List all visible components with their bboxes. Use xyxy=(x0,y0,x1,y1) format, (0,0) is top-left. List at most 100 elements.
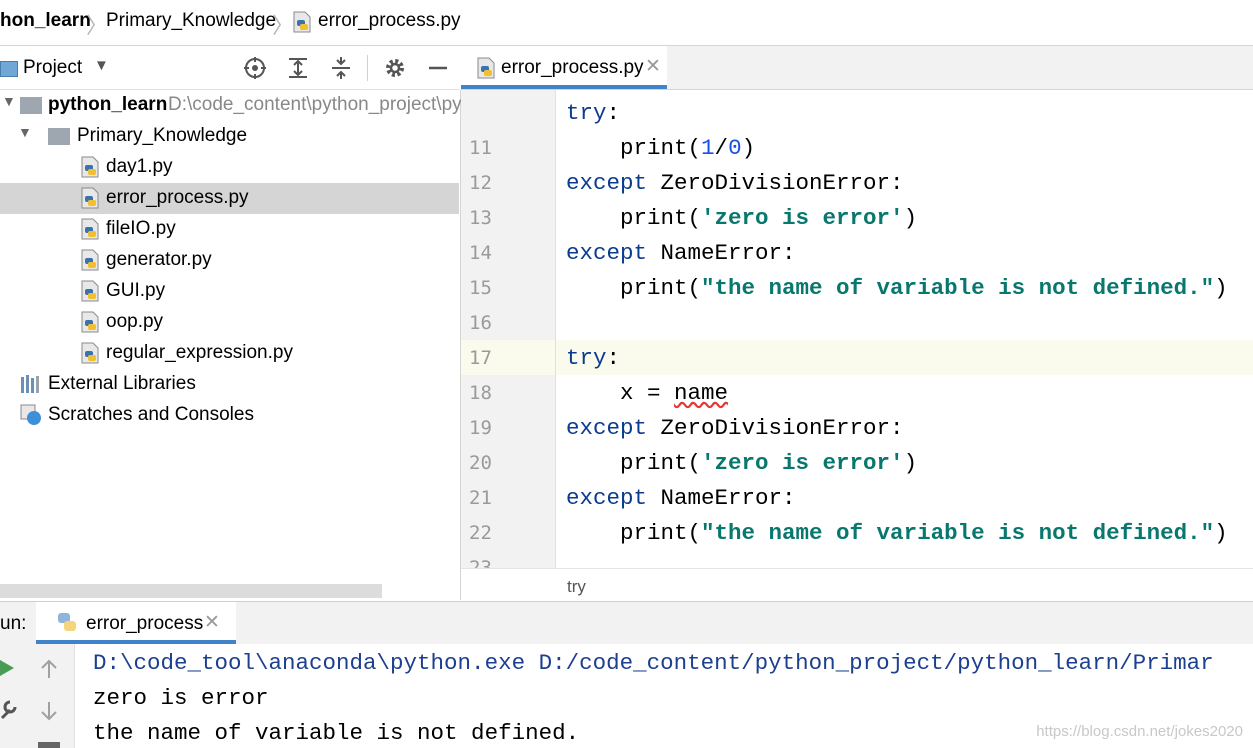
close-icon[interactable]: ✕ xyxy=(204,611,220,634)
console-line-command: D:\code_tool\anaconda\python.exe D:/code… xyxy=(93,650,1214,676)
expand-all-icon[interactable] xyxy=(286,56,310,80)
watermark-text: https://blog.csdn.net/jokes2020 xyxy=(1036,723,1243,740)
code-line: print("the name of variable is not defin… xyxy=(566,275,1228,301)
code-editor[interactable]: try: print(1/0) except ZeroDivisionError… xyxy=(556,90,1253,568)
code-line: print('zero is error') xyxy=(566,450,918,476)
folder-icon xyxy=(48,128,70,145)
stop-icon[interactable] xyxy=(38,742,60,748)
minimize-icon[interactable] xyxy=(426,56,450,80)
navigation-breadcrumb: hon_learn 〉 Primary_Knowledge 〉 error_pr… xyxy=(0,0,1253,46)
tree-item-label: regular_expression.py xyxy=(106,342,293,363)
arrow-down-icon[interactable] xyxy=(38,700,60,722)
code-line: except ZeroDivisionError: xyxy=(566,170,904,196)
line-number: 14 xyxy=(469,242,492,264)
line-number: 16 xyxy=(469,312,492,334)
run-toolbar xyxy=(0,644,75,748)
current-line-highlight xyxy=(556,340,1253,375)
python-file-icon xyxy=(81,280,99,302)
tree-item-file[interactable]: fileIO.py xyxy=(0,214,459,245)
tab-error-process[interactable]: error_process.py ✕ xyxy=(461,46,667,89)
line-number: 11 xyxy=(469,137,492,159)
code-line: try: xyxy=(566,345,621,371)
tree-item-label: generator.py xyxy=(106,249,212,270)
tree-item-external-libraries[interactable]: External Libraries xyxy=(0,369,459,400)
code-line: except ZeroDivisionError: xyxy=(566,415,904,441)
python-file-icon xyxy=(81,311,99,333)
run-label: un: xyxy=(0,613,27,634)
python-file-icon xyxy=(81,249,99,271)
tree-item-file[interactable]: generator.py xyxy=(0,245,459,276)
close-icon[interactable]: ✕ xyxy=(645,55,661,78)
python-file-icon xyxy=(477,57,495,79)
tree-item-folder[interactable]: ▼ Primary_Knowledge xyxy=(0,121,459,152)
tree-item-label: GUI.py xyxy=(106,280,166,301)
project-tree: ▼ python_learn D:\code_content\python_pr… xyxy=(0,90,551,600)
project-view-icon xyxy=(0,61,18,77)
chevron-right-icon: 〉 xyxy=(272,13,295,38)
line-number-gutter: 11 12 13 14 15 16 17 18 19 20 21 22 23 xyxy=(461,90,556,568)
run-tab-error-process[interactable]: error_process ✕ xyxy=(36,602,236,644)
tree-item-file[interactable]: day1.py xyxy=(0,152,459,183)
project-panel-title[interactable]: Project xyxy=(23,57,82,79)
locate-icon[interactable] xyxy=(243,56,267,80)
editor-tab-bar: error_process.py ✕ xyxy=(461,46,1253,90)
dropdown-arrow-icon[interactable]: ▼ xyxy=(94,57,109,74)
editor-structure-bar: try xyxy=(461,568,1253,601)
code-line: print('zero is error') xyxy=(566,205,918,231)
collapse-all-icon[interactable] xyxy=(329,56,353,80)
code-line: x = name xyxy=(566,380,729,406)
code-line: print(1/0) xyxy=(566,135,756,161)
rerun-icon[interactable] xyxy=(0,658,16,678)
tree-item-label: python_learn xyxy=(48,94,168,115)
line-number: 21 xyxy=(469,487,492,509)
line-number: 15 xyxy=(469,277,492,299)
line-number: 20 xyxy=(469,452,492,474)
line-number: 19 xyxy=(469,417,492,439)
tree-item-label: oop.py xyxy=(106,311,164,332)
scratches-icon xyxy=(20,404,41,425)
tree-item-file[interactable]: regular_expression.py xyxy=(0,338,459,369)
console-line: the name of variable is not defined. xyxy=(93,720,580,746)
line-number: 18 xyxy=(469,382,492,404)
run-panel-header: un: error_process ✕ xyxy=(0,601,1253,644)
line-number: 13 xyxy=(469,207,492,229)
line-number: 12 xyxy=(469,172,492,194)
arrow-up-icon[interactable] xyxy=(38,658,60,680)
chevron-down-icon: ▼ xyxy=(2,93,16,109)
chevron-down-icon: ▼ xyxy=(18,124,32,140)
tree-item-label: Primary_Knowledge xyxy=(77,125,248,146)
code-line: try: xyxy=(566,100,621,126)
tree-item-label: External Libraries xyxy=(48,373,196,394)
python-icon xyxy=(58,613,76,631)
breadcrumb-project[interactable]: hon_learn xyxy=(0,10,91,32)
tree-item-root[interactable]: ▼ python_learn D:\code_content\python_pr… xyxy=(0,90,551,121)
chevron-right-icon: 〉 xyxy=(86,13,109,38)
tree-item-label: fileIO.py xyxy=(106,218,176,239)
python-file-icon xyxy=(293,11,311,33)
line-number: 17 xyxy=(469,347,492,369)
wrench-icon[interactable] xyxy=(0,698,18,720)
code-line: except NameError: xyxy=(566,485,796,511)
tree-item-file-selected[interactable]: error_process.py xyxy=(0,183,459,214)
tree-item-file[interactable]: GUI.py xyxy=(0,276,459,307)
library-icon xyxy=(21,375,39,393)
breadcrumb-file[interactable]: error_process.py xyxy=(318,10,461,32)
tree-item-label: day1.py xyxy=(106,156,173,177)
tree-item-label: error_process.py xyxy=(106,187,249,208)
breadcrumb-folder[interactable]: Primary_Knowledge xyxy=(106,10,276,32)
python-file-icon xyxy=(81,187,99,209)
tab-label: error_process.py xyxy=(501,57,644,78)
tree-item-file[interactable]: oop.py xyxy=(0,307,459,338)
toolbar-divider xyxy=(367,55,368,81)
folder-icon xyxy=(20,97,42,114)
line-number: 22 xyxy=(469,522,492,544)
tree-item-scratches[interactable]: Scratches and Consoles xyxy=(0,400,459,431)
horizontal-scrollbar[interactable] xyxy=(0,584,382,598)
gear-icon[interactable] xyxy=(383,56,407,80)
run-tab-label: error_process xyxy=(86,613,204,634)
code-line: except NameError: xyxy=(566,240,796,266)
structure-breadcrumb[interactable]: try xyxy=(567,577,586,597)
console-line: zero is error xyxy=(93,685,269,711)
python-file-icon xyxy=(81,342,99,364)
python-file-icon xyxy=(81,156,99,178)
